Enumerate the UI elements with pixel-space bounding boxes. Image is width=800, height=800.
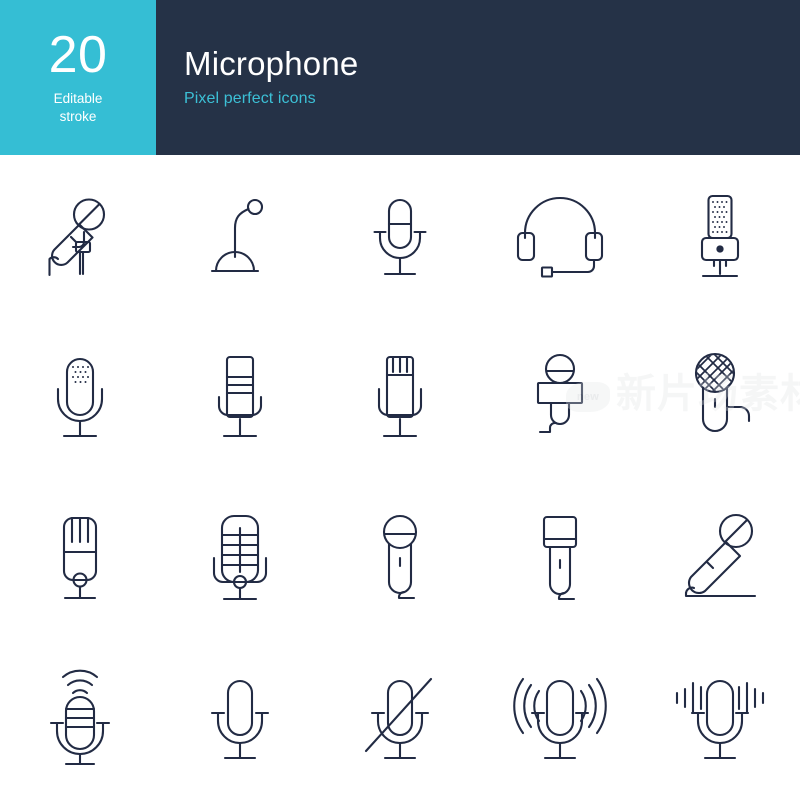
- mesh-ball-mic-with-cable-icon[interactable]: [640, 316, 800, 477]
- square-head-handheld-mic-icon[interactable]: [480, 478, 640, 639]
- simple-mic-icon[interactable]: [160, 639, 320, 800]
- header-banner: 20 Editable stroke Microphone Pixel perf…: [0, 0, 800, 155]
- page-subtitle: Pixel perfect icons: [184, 90, 316, 107]
- headset-with-boom-mic-icon[interactable]: [480, 155, 640, 316]
- mic-listening-waves-icon[interactable]: [480, 639, 640, 800]
- vintage-condenser-mic-icon[interactable]: [640, 155, 800, 316]
- editable-stroke-line2: stroke: [59, 109, 97, 124]
- icon-grid: [0, 155, 800, 800]
- header-count-badge: 20 Editable stroke: [0, 0, 156, 155]
- diagonal-handheld-mic-cable-icon[interactable]: [640, 478, 800, 639]
- perforated-capsule-mic-icon[interactable]: [0, 316, 160, 477]
- round-head-handheld-mic-icon[interactable]: [320, 478, 480, 639]
- capsule-mic-stand-icon[interactable]: [320, 155, 480, 316]
- reporter-interview-mic-icon[interactable]: [480, 316, 640, 477]
- ribbon-studio-mic-icon[interactable]: [160, 316, 320, 477]
- retro-grille-mic-shock-mount-icon[interactable]: [160, 478, 320, 639]
- slotted-top-studio-mic-icon[interactable]: [320, 316, 480, 477]
- editable-stroke-label: Editable stroke: [54, 90, 103, 126]
- mic-broadcasting-signal-icon[interactable]: [0, 639, 160, 800]
- handheld-mic-tilted-stand-icon[interactable]: [0, 155, 160, 316]
- gooseneck-desk-mic-icon[interactable]: [160, 155, 320, 316]
- mic-audio-levels-icon[interactable]: [640, 639, 800, 800]
- icon-set-page: 20 Editable stroke Microphone Pixel perf…: [0, 0, 800, 800]
- mic-muted-icon[interactable]: [320, 639, 480, 800]
- page-title: Microphone: [184, 45, 359, 82]
- fin-top-broadcast-mic-icon[interactable]: [0, 478, 160, 639]
- editable-stroke-line1: Editable: [53, 91, 103, 106]
- icon-count: 20: [48, 26, 108, 84]
- header-title-block: Microphone Pixel perfect icons: [156, 0, 800, 155]
